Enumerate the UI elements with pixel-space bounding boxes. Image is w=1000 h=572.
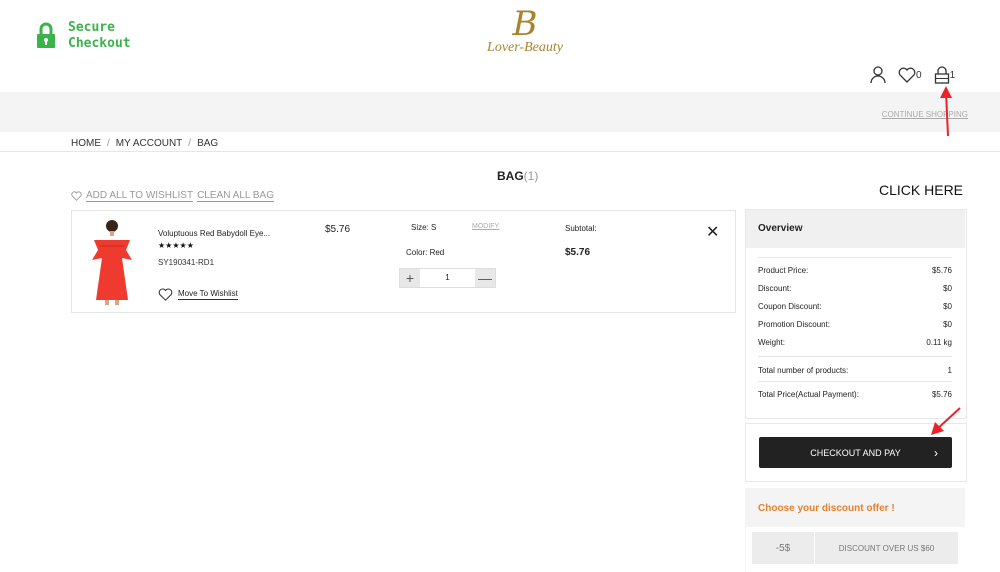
breadcrumb-separator: /	[188, 138, 192, 149]
annotation-arrow-diagonal	[931, 407, 961, 435]
account-button[interactable]	[870, 66, 886, 84]
breadcrumb: HOME / MY ACCOUNT / BAG	[71, 138, 218, 149]
size-value: Size: S	[411, 223, 437, 232]
move-to-wishlist-label: Move To Wishlist	[178, 289, 238, 300]
brand-logo[interactable]: B Lover-Beauty	[470, 6, 580, 66]
overview-value: $0	[943, 284, 952, 293]
overview-label: Weight:	[758, 338, 785, 347]
breadcrumb-my-account[interactable]: MY ACCOUNT	[116, 138, 183, 149]
checkout-and-pay-button[interactable]: CHECKOUT AND PAY ›	[759, 437, 952, 468]
header-icons: 0 1	[870, 66, 967, 84]
breadcrumb-bag: BAG	[197, 138, 219, 149]
divider	[0, 151, 1000, 152]
bag-icon	[934, 66, 949, 84]
color-value: Color: Red	[406, 248, 445, 257]
overview-row-product-price: Product Price: $5.76	[758, 266, 952, 275]
divider	[758, 257, 952, 258]
coupon-description: DISCOUNT OVER US $60	[838, 543, 935, 553]
divider	[758, 356, 952, 357]
overview-label: Total number of products:	[758, 366, 849, 375]
overview-title: Overview	[758, 223, 803, 234]
overview-row-total-price: Total Price(Actual Payment): $5.76	[758, 390, 952, 399]
product-thumbnail[interactable]	[86, 216, 136, 306]
quantity-decrease-button[interactable]: —	[475, 269, 495, 287]
user-icon	[870, 66, 886, 84]
lock-icon	[37, 22, 55, 48]
remove-item-close-icon[interactable]: ✕	[706, 222, 719, 242]
secure-text-line2: Checkout	[68, 36, 131, 51]
modify-link[interactable]: MODIFY	[472, 223, 499, 230]
bag-title-count: (1)	[523, 169, 539, 183]
bag-count: 1	[949, 69, 956, 81]
checkout-label: CHECKOUT AND PAY	[810, 447, 901, 458]
overview-value: $0	[943, 320, 952, 329]
overview-row-discount: Discount: $0	[758, 284, 952, 293]
overview-label: Total Price(Actual Payment):	[758, 390, 859, 399]
bag-button[interactable]: 1	[934, 66, 956, 84]
overview-row-coupon-discount: Coupon Discount: $0	[758, 302, 952, 311]
overview-value: 1	[947, 366, 952, 375]
page-title: BAG(1)	[497, 169, 538, 183]
overview-value: 0.11 kg	[926, 338, 952, 347]
overview-value: $5.76	[931, 266, 952, 275]
subtotal-label: Subtotal:	[565, 224, 597, 233]
logo-text: Lover-Beauty	[487, 40, 563, 55]
bag-title: BAG	[497, 169, 524, 183]
heart-icon	[158, 288, 173, 301]
product-name[interactable]: Voluptuous Red Babydoll Eye...	[158, 229, 270, 238]
rating-stars: ★★★★★	[158, 241, 194, 250]
unit-price: $5.76	[325, 224, 351, 235]
quantity-input[interactable]: 1	[420, 269, 475, 287]
overview-label: Promotion Discount:	[758, 320, 831, 329]
annotation-arrow-up	[940, 86, 952, 137]
divider	[758, 381, 952, 382]
annotation-click-here: CLICK HERE	[879, 182, 964, 198]
heart-icon	[898, 67, 916, 83]
secure-checkout-badge: Secure Checkout	[36, 20, 131, 52]
overview-label: Coupon Discount:	[758, 302, 822, 311]
secure-text-line1: Secure	[68, 20, 115, 35]
overview-value: $0	[943, 302, 952, 311]
overview-row-total-products: Total number of products: 1	[758, 366, 952, 375]
heart-icon	[71, 191, 82, 201]
product-sku: SY190341-RD1	[158, 258, 215, 267]
wishlist-count: 0	[916, 69, 922, 81]
overview-value: $5.76	[931, 390, 952, 399]
overview-row-weight: Weight: 0.11 kg	[758, 338, 952, 347]
subtotal-value: $5.76	[565, 247, 591, 258]
chevron-right-icon: ›	[934, 445, 938, 460]
header-gray-bar	[0, 92, 1000, 132]
quantity-stepper: + 1 —	[399, 268, 496, 288]
overview-row-promotion-discount: Promotion Discount: $0	[758, 320, 952, 329]
discount-offer-title: Choose your discount offer !	[758, 503, 895, 514]
quantity-increase-button[interactable]: +	[400, 269, 420, 287]
logo-mark: B	[512, 4, 538, 44]
breadcrumb-separator: /	[107, 138, 110, 149]
overview-label: Product Price:	[758, 266, 809, 275]
bag-actions: ADD ALL TO WISHLIST CLEAN ALL BAG	[71, 190, 274, 202]
breadcrumb-home[interactable]: HOME	[71, 138, 101, 149]
overview-label: Discount:	[758, 284, 792, 293]
add-all-to-wishlist-link[interactable]: ADD ALL TO WISHLIST	[86, 190, 194, 202]
wishlist-button[interactable]: 0	[898, 67, 922, 83]
clean-all-bag-link[interactable]: CLEAN ALL BAG	[197, 190, 274, 202]
coupon-card[interactable]: -5$ DISCOUNT OVER US $60	[752, 532, 958, 564]
coupon-amount: -5$	[752, 532, 815, 564]
move-to-wishlist-button[interactable]: Move To Wishlist	[158, 288, 238, 301]
